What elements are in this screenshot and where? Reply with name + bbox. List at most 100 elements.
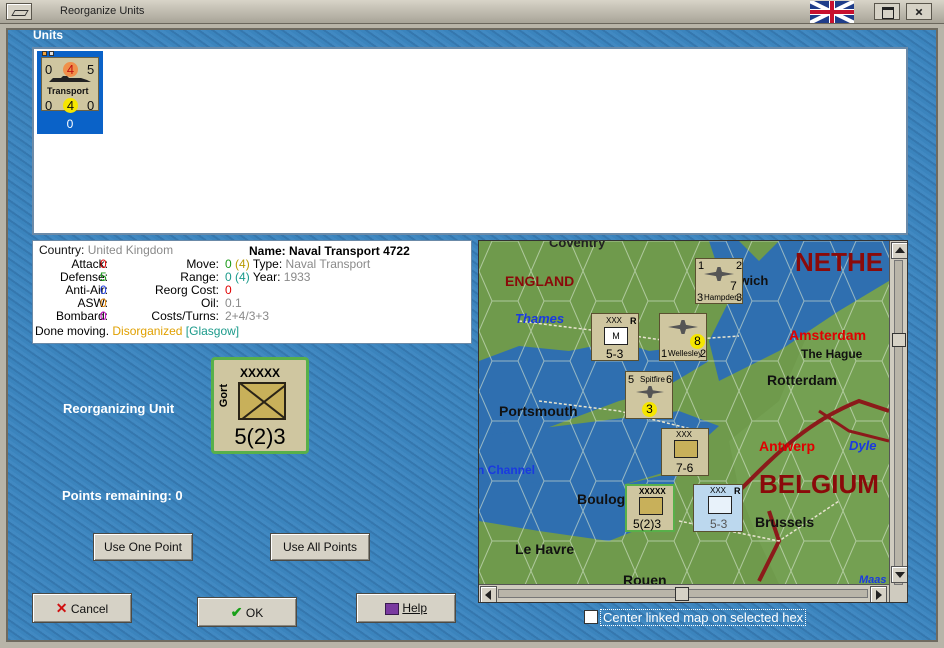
hampden-top: 1 [698,260,705,272]
wellesley-right: 2 [700,348,707,360]
map-label-nether: NETHE [795,247,884,277]
map-counter-hampden[interactable]: 1 2 7 3 Hampden 3 [695,258,743,304]
status-location: [Glasgow] [185,324,240,338]
status-org: Disorganized [112,324,183,338]
counter-top-right: 5 [87,62,95,77]
map-counter-viii-fr[interactable]: XXX R 5-3 [693,484,743,532]
reorganize-units-window: Reorganize Units Units 0 4 5 Transport 0 [0,0,944,648]
infantry-symbol-icon [238,382,286,420]
ship-silhouette-icon [49,76,91,82]
unit-name: Gort [218,384,230,408]
costs-value: 2+4/3+3 [225,309,270,323]
help-label: Help [402,601,428,615]
transport-counter: 0 4 5 Transport 0 4 0 [41,57,99,113]
map-viewport[interactable]: Coventry ENGLAND Thames Norwich NETHE Am… [479,241,889,584]
bombard-label: Bombard: [55,309,108,323]
map-label-dyle: Dyle [849,438,877,453]
move-value: 0 [225,257,232,271]
use-all-points-button[interactable]: Use All Points [270,533,370,561]
points-value: 0 [175,488,183,503]
ok-button[interactable]: ✔ OK [197,597,297,627]
center-map-label[interactable]: Center linked map on selected hex [600,609,807,626]
cancel-label: Cancel [70,602,109,616]
map-counter-london[interactable]: XXX R M 5-3 [591,313,639,361]
gort-map-strength: 5(2)3 [633,517,662,531]
infantry-symbol-icon [708,496,732,514]
vertical-scroll-thumb[interactable] [892,333,906,347]
use-one-point-button[interactable]: Use One Point [93,533,193,561]
scroll-right-button[interactable] [870,586,887,602]
map-label-hague: The Hague [801,347,863,361]
bombard-value: 0 [100,309,107,323]
scroll-up-button[interactable] [891,242,907,259]
hampden-left: 3 [697,292,704,304]
map-label-maas: Maas [859,574,887,584]
map-label-amsterdam: Amsterdam [789,327,867,343]
london-size: XXX [606,316,623,325]
reorganizing-unit-counter[interactable]: XXXXX Gort 5(2)3 [211,357,309,454]
map-label-channel: n Channel [479,463,536,477]
infantry-symbol-icon [639,497,663,515]
country-row: Country: United Kingdom [39,244,173,257]
system-menu-button[interactable] [6,3,32,20]
counter-top-mid: 4 [63,62,78,77]
map-vertical-scrollbar[interactable] [889,241,907,602]
map-label-portsmouth: Portsmouth [499,403,578,419]
units-heading: Units [33,28,63,42]
map-counter-gort[interactable]: XXXXX 5(2)3 [625,484,675,532]
unit-tile-transport[interactable]: 0 4 5 Transport 0 4 0 0 [37,51,103,134]
horizontal-scroll-thumb[interactable] [675,587,689,601]
cancel-x-icon: ✕ [55,600,68,616]
viii-fr-strength: 5-3 [710,517,728,531]
london-strength: 5-3 [606,347,624,361]
vertical-scroll-track[interactable] [894,260,903,585]
map-counter-viii[interactable]: XXX 7-6 [661,428,709,476]
london-flag: R [630,316,637,326]
costs-label: Costs/Turns: [151,309,219,323]
counter-unit-name: Transport [47,86,89,96]
map-label-belgium: BELGIUM [759,469,879,499]
cancel-button[interactable]: ✕ Cancel [32,593,132,623]
spitfire-label: Spitfire [640,375,665,384]
map-label-thames: Thames [515,311,565,326]
year-value: 1933 [283,270,311,284]
map-horizontal-scrollbar[interactable] [479,584,889,602]
map-label-boulogne: Boulog [577,491,626,507]
type-label: Type: [252,257,283,271]
close-button[interactable] [906,3,932,20]
unit-count: 0 [66,117,74,131]
unit-size-marker: XXXXX [239,366,281,380]
counter-top-left: 0 [45,62,53,77]
year-label: Year: [252,270,281,284]
maximize-button[interactable] [874,3,900,20]
viii-fr-flag: R [734,486,741,496]
map-counter-wellesley[interactable]: 8 1 Wellesley 2 [659,313,707,361]
linked-map[interactable]: Coventry ENGLAND Thames Norwich NETHE Am… [478,240,908,603]
range-value: 0 [225,270,232,284]
scroll-left-button[interactable] [480,586,497,602]
help-button[interactable]: Help [356,593,456,623]
help-book-icon [384,602,399,615]
spitfire-right: 6 [666,374,673,386]
center-map-checkbox[interactable] [584,610,598,624]
unit-strength: 5(2)3 [234,424,286,449]
london-mark: M [604,327,628,345]
map-counter-spitfire[interactable]: 5 Spitfire 6 3 [625,371,673,419]
type-value: Naval Transport [285,257,371,271]
reorganizing-unit-label: Reorganizing Unit [63,401,175,416]
map-label-brussels: Brussels [755,514,815,530]
map-label-lehavre: Le Havre [515,541,575,557]
counter-bot-left: 0 [45,98,53,113]
scroll-down-button[interactable] [891,566,907,583]
spitfire-left: 5 [628,374,635,386]
range-value-group: 0 (4) Year: 1933 [225,271,310,284]
bomber-plane-icon [668,320,698,334]
ok-label: OK [245,606,264,620]
hampden-right: 3 [736,292,743,304]
viii-fr-size: XXX [710,486,727,495]
units-list[interactable]: 0 4 5 Transport 0 4 0 0 [32,47,908,235]
window-title: Reorganize Units [60,5,145,17]
unit-info-panel: Country: United Kingdom Name: Naval Tran… [32,240,472,344]
country-label: Country: [39,243,85,257]
move-extra: (4) [235,257,250,271]
